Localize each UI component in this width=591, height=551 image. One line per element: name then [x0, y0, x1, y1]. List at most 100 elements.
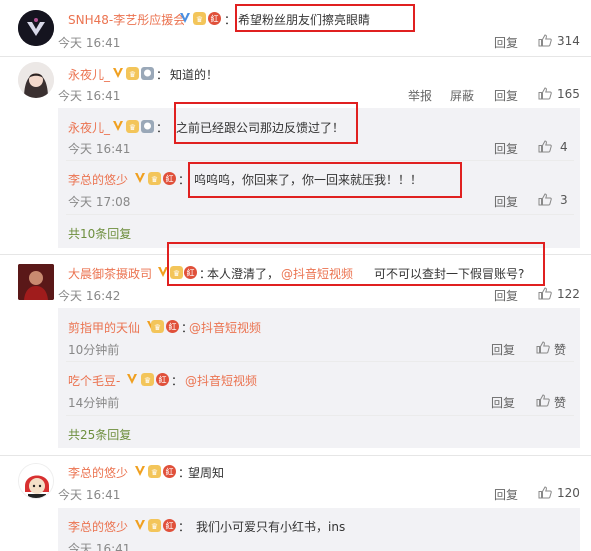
- reply-button[interactable]: 回复: [491, 394, 515, 411]
- like-icon[interactable]: [538, 34, 552, 47]
- avatar-cartoon-icon: [19, 464, 53, 498]
- colon: ：: [178, 520, 191, 534]
- like-icon[interactable]: [538, 287, 552, 300]
- red-badge-icon: 紅: [208, 12, 221, 25]
- reply-button[interactable]: 回复: [494, 486, 518, 503]
- level-badge-icon: ♛: [148, 172, 161, 185]
- level-badge-icon: ♛: [141, 373, 154, 386]
- reply-button[interactable]: 回复: [494, 87, 518, 104]
- like-count: 314: [557, 34, 580, 48]
- reply-author[interactable]: 永夜儿_: [68, 119, 110, 136]
- red-badge-icon: 紅: [163, 172, 176, 185]
- avatar-portrait-icon: [18, 62, 54, 98]
- svg-text:紅: 紅: [166, 174, 174, 184]
- like-count: 122: [557, 287, 580, 301]
- verified-v-icon: [135, 173, 145, 183]
- reply-author[interactable]: 李总的悠少: [68, 518, 128, 535]
- verified-v-icon: [135, 466, 145, 476]
- colon: ：: [156, 68, 169, 82]
- reply-button[interactable]: 回复: [494, 34, 518, 51]
- like-icon[interactable]: [536, 341, 550, 354]
- level-badge-icon: ♛: [126, 67, 139, 80]
- svg-text:紅: 紅: [166, 521, 174, 531]
- svg-text:♛: ♛: [129, 123, 136, 132]
- level-badge-icon: ♛: [126, 120, 139, 133]
- comment-author[interactable]: 大晨御茶摄政司: [68, 265, 152, 282]
- report-button[interactable]: 举报: [408, 87, 432, 104]
- svg-text:紅: 紅: [159, 375, 167, 385]
- reply-button[interactable]: 回复: [494, 193, 518, 210]
- reply-author[interactable]: 李总的悠少: [68, 171, 128, 188]
- like-count: 3: [560, 193, 568, 207]
- like-count: 165: [557, 87, 580, 101]
- highlight-box: [174, 102, 358, 144]
- like-count: 4: [560, 140, 568, 154]
- comment-text: 望周知: [188, 466, 225, 480]
- divider: [66, 214, 574, 215]
- colon: ：: [171, 374, 184, 388]
- red-badge-icon: 紅: [156, 373, 169, 386]
- like-count: 120: [557, 486, 580, 500]
- comment-time: 今天 16:42: [58, 289, 121, 303]
- comment-author[interactable]: 李总的悠少: [68, 464, 128, 481]
- reply-author[interactable]: 吃个毛豆-: [68, 372, 120, 389]
- divider: [66, 415, 574, 416]
- mention-link[interactable]: @抖音短视频: [185, 372, 257, 389]
- colon: ：: [156, 121, 169, 135]
- like-icon[interactable]: [538, 87, 552, 100]
- reply-time: 今天 16:41: [68, 542, 131, 551]
- fan-badge-icon: [141, 67, 154, 80]
- svg-text:♛: ♛: [151, 175, 158, 184]
- reply-button[interactable]: 回复: [494, 287, 518, 304]
- reply-time: 今天 17:08: [68, 195, 131, 209]
- verified-v-icon: [113, 68, 123, 78]
- svg-text:♛: ♛: [154, 323, 161, 332]
- mention-link[interactable]: @抖音短视频: [189, 319, 261, 336]
- avatar[interactable]: [18, 10, 54, 46]
- comment-author[interactable]: 永夜儿_: [68, 66, 110, 83]
- reply-time: 10分钟前: [68, 343, 120, 357]
- divider: [66, 361, 574, 362]
- svg-text:♛: ♛: [151, 522, 158, 531]
- more-replies-link[interactable]: 共25条回复: [68, 426, 131, 443]
- fan-badge-icon: [141, 120, 154, 133]
- like-icon[interactable]: [538, 486, 552, 499]
- svg-text:♛: ♛: [144, 376, 151, 385]
- divider: [66, 160, 574, 161]
- svg-text:♛: ♛: [129, 70, 136, 79]
- reply-time: 今天 16:41: [68, 142, 131, 156]
- reply-text: 我们小可爱只有小红书，ins: [196, 520, 346, 534]
- avatar[interactable]: [18, 264, 54, 300]
- avatar[interactable]: [18, 62, 54, 98]
- highlight-box: [235, 4, 415, 32]
- comment-time: 今天 16:41: [58, 89, 121, 103]
- level-badge-icon: ♛: [148, 519, 161, 532]
- verified-v-icon: [127, 374, 137, 384]
- verified-v-icon: [135, 520, 145, 530]
- avatar[interactable]: [18, 463, 54, 499]
- like-icon[interactable]: [536, 394, 550, 407]
- svg-text:♛: ♛: [151, 468, 158, 477]
- reply-author[interactable]: 剪指甲的天仙: [68, 319, 140, 336]
- avatar-logo-icon: [18, 10, 54, 46]
- svg-text:♛: ♛: [196, 15, 203, 24]
- like-icon[interactable]: [538, 140, 552, 153]
- more-replies-link[interactable]: 共10条回复: [68, 225, 131, 242]
- verified-v-icon: [180, 13, 190, 23]
- reply-time: 14分钟前: [68, 396, 120, 410]
- reply-button[interactable]: 回复: [491, 341, 515, 358]
- level-badge-icon: ♛: [193, 12, 206, 25]
- block-button[interactable]: 屏蔽: [450, 87, 474, 104]
- red-badge-icon: 紅: [163, 465, 176, 478]
- svg-text:紅: 紅: [166, 467, 174, 477]
- red-badge-icon: 紅: [163, 519, 176, 532]
- divider: [0, 56, 591, 57]
- comment-author[interactable]: SNH48-李艺彤应援会: [68, 11, 185, 28]
- like-icon[interactable]: [538, 193, 552, 206]
- svg-text:紅: 紅: [211, 14, 219, 24]
- svg-text:紅: 紅: [169, 322, 177, 332]
- comment-text: 知道的！: [170, 68, 219, 82]
- reply-button[interactable]: 回复: [494, 140, 518, 157]
- level-badge-icon: ♛: [151, 320, 164, 333]
- divider: [0, 455, 591, 456]
